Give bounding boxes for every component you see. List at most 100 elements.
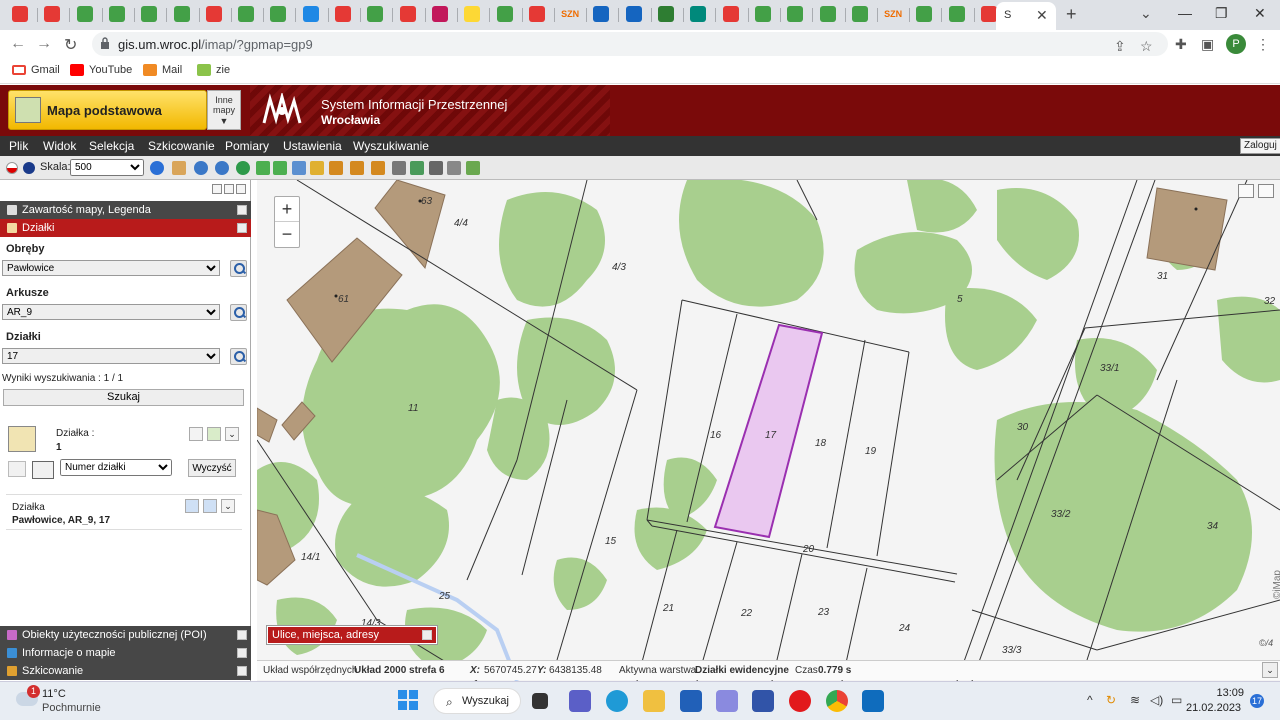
search-icon[interactable]: [230, 260, 247, 277]
active-tab[interactable]: S ✕: [996, 2, 1056, 30]
tab-favicon-icon[interactable]: [722, 6, 739, 22]
teams-icon[interactable]: [569, 690, 591, 712]
section-map-info[interactable]: Informacje o mapie: [0, 644, 251, 662]
fullscreen-icon[interactable]: [1258, 184, 1274, 198]
zoom-in-button[interactable]: +: [275, 197, 299, 222]
opera-icon[interactable]: [789, 690, 811, 712]
sort-select[interactable]: Numer działki: [60, 459, 172, 476]
new-tab-button[interactable]: +: [1066, 4, 1077, 25]
tab-favicon-icon[interactable]: [851, 6, 868, 22]
wifi-icon[interactable]: ≋: [1130, 693, 1140, 707]
map-image-icon[interactable]: [466, 161, 480, 175]
battery-icon[interactable]: ▭: [1171, 693, 1182, 707]
clear-button[interactable]: Wyczyść: [188, 459, 236, 477]
base-map-button[interactable]: Mapa podstawowa: [8, 90, 207, 130]
tab-favicon-icon[interactable]: [496, 6, 513, 22]
menu-selection[interactable]: Selekcja: [89, 139, 134, 153]
tab-favicon-icon[interactable]: [981, 6, 997, 22]
polish-flag-icon[interactable]: [6, 162, 18, 174]
chevron-down-icon[interactable]: ⌄: [225, 427, 239, 441]
tab-favicon-icon[interactable]: SZN: [884, 6, 902, 22]
tab-favicon-icon[interactable]: [399, 6, 416, 22]
export-list-icon[interactable]: [207, 427, 221, 441]
streets-panel[interactable]: Ulice, miejsca, adresy: [266, 625, 438, 645]
menu-sketching[interactable]: Szkicowanie: [148, 139, 215, 153]
minimize-icon[interactable]: [237, 666, 247, 676]
english-flag-icon[interactable]: [23, 162, 35, 174]
tab-favicon-icon[interactable]: [205, 6, 222, 22]
pencil-icon[interactable]: [310, 161, 324, 175]
notification-badge[interactable]: 17: [1250, 694, 1264, 708]
chevron-down-icon[interactable]: ⌄: [1262, 662, 1278, 678]
other-maps-button[interactable]: Inne mapy ▼: [207, 90, 241, 130]
details-icon[interactable]: [203, 499, 217, 513]
link-icon[interactable]: [447, 161, 461, 175]
back-icon[interactable]: ←: [10, 35, 26, 53]
more-menu-icon[interactable]: ⋮: [1256, 36, 1270, 53]
section-parcels[interactable]: Działki: [0, 219, 251, 237]
close-tab-icon[interactable]: ✕: [1036, 7, 1048, 24]
menu-view[interactable]: Widok: [43, 139, 76, 153]
maximize-icon[interactable]: ❐: [1215, 5, 1228, 22]
crop-icon[interactable]: [371, 161, 385, 175]
previous-view-icon[interactable]: [256, 161, 270, 175]
minimize-icon[interactable]: [237, 223, 247, 233]
next-view-icon[interactable]: [273, 161, 287, 175]
tab-favicon-icon[interactable]: [593, 6, 610, 22]
chevron-down-icon[interactable]: ⌄: [221, 499, 235, 513]
comment-icon[interactable]: [1238, 184, 1254, 198]
volume-icon[interactable]: ◁): [1150, 693, 1163, 707]
reload-icon[interactable]: ↻: [64, 35, 77, 55]
tab-favicon-icon[interactable]: [948, 6, 965, 22]
menu-file[interactable]: Plik: [9, 139, 28, 153]
tab-favicon-icon[interactable]: [108, 6, 125, 22]
file-explorer-icon[interactable]: [643, 690, 665, 712]
zoom-in-icon[interactable]: [194, 161, 208, 175]
bookmark-youtube[interactable]: YouTube: [70, 64, 132, 76]
info-icon[interactable]: [150, 161, 164, 175]
store-icon[interactable]: [680, 690, 702, 712]
tab-favicon-icon[interactable]: [76, 6, 93, 22]
search-button[interactable]: Szukaj: [3, 389, 244, 406]
tab-favicon-icon[interactable]: [302, 6, 319, 22]
chevron-down-icon[interactable]: ⌄: [1140, 5, 1152, 22]
tab-favicon-icon[interactable]: [528, 6, 545, 22]
tab-favicon-icon[interactable]: [173, 6, 190, 22]
tab-favicon-icon[interactable]: [625, 6, 642, 22]
globe-icon[interactable]: [236, 161, 250, 175]
panel-restore-icon[interactable]: [224, 184, 234, 194]
full-extent-icon[interactable]: [292, 161, 306, 175]
tab-favicon-icon[interactable]: [658, 6, 674, 22]
chevron-up-icon[interactable]: ^: [1087, 693, 1093, 707]
menu-settings[interactable]: Ustawienia: [283, 139, 342, 153]
forward-icon[interactable]: →: [36, 35, 52, 53]
section-map-legend[interactable]: Zawartość mapy, Legenda: [0, 201, 251, 219]
tab-favicon-icon[interactable]: [690, 6, 707, 22]
profile-avatar[interactable]: P: [1226, 34, 1246, 54]
sheets-select[interactable]: AR_9: [2, 304, 220, 320]
search-icon[interactable]: [230, 304, 247, 321]
zoom-to-icon[interactable]: [185, 499, 199, 513]
tab-favicon-icon[interactable]: [141, 6, 158, 22]
lock-icon[interactable]: [100, 37, 110, 49]
search-icon[interactable]: [230, 348, 247, 365]
bookmark-zie[interactable]: zie: [197, 64, 230, 76]
zoom-out-button[interactable]: −: [275, 223, 299, 248]
export-icon[interactable]: [410, 161, 424, 175]
bookmark-mail[interactable]: Mail: [143, 64, 182, 76]
measure-distance-icon[interactable]: [329, 161, 343, 175]
minimize-icon[interactable]: [422, 630, 432, 640]
tab-favicon-icon[interactable]: [335, 6, 351, 22]
tab-favicon-icon[interactable]: [238, 6, 255, 22]
tab-favicon-icon[interactable]: [367, 6, 384, 22]
bookmark-gmail[interactable]: Gmail: [12, 64, 60, 76]
menu-measurements[interactable]: Pomiary: [225, 139, 269, 153]
app-icon[interactable]: [716, 690, 738, 712]
minimize-icon[interactable]: [237, 205, 247, 215]
tab-favicon-icon[interactable]: [270, 6, 287, 22]
tab-favicon-icon[interactable]: [787, 6, 804, 22]
tab-favicon-icon[interactable]: [464, 6, 481, 22]
task-view-icon[interactable]: [532, 693, 548, 709]
tab-favicon-icon[interactable]: SZN: [561, 6, 579, 22]
side-panel-icon[interactable]: ▣: [1201, 36, 1214, 53]
